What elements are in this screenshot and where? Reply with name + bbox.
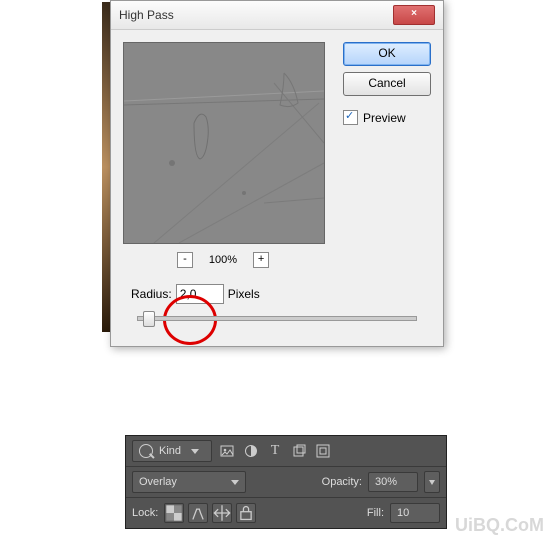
radius-slider[interactable] <box>137 310 417 324</box>
radius-label: Radius: <box>131 287 172 301</box>
dialog-title: High Pass <box>119 8 174 22</box>
opacity-input[interactable]: 30% <box>368 472 418 492</box>
radius-row: Radius: Pixels <box>131 284 431 304</box>
filter-shape-icon[interactable] <box>290 442 308 460</box>
fill-input[interactable]: 10 <box>390 503 440 523</box>
slider-track <box>137 316 417 321</box>
background-edge <box>102 2 110 332</box>
slider-thumb[interactable] <box>143 311 155 327</box>
filter-type-icon[interactable]: T <box>266 442 284 460</box>
chevron-down-icon <box>191 449 199 454</box>
ok-button[interactable]: OK <box>343 42 431 66</box>
radius-input[interactable] <box>176 284 224 304</box>
kind-filter-row: Kind T <box>126 436 446 467</box>
chevron-down-icon <box>231 480 239 485</box>
layers-panel: Kind T Overlay Opacity: 30% Lock: Fill: … <box>125 435 447 529</box>
preview-checkbox-row[interactable]: Preview <box>343 110 431 125</box>
blend-mode-dropdown[interactable]: Overlay <box>132 471 246 493</box>
watermark: UiBQ.CoM <box>455 515 544 536</box>
zoom-in-button[interactable]: + <box>253 252 269 268</box>
lock-row: Lock: Fill: 10 <box>126 498 446 528</box>
lock-all-icon[interactable] <box>236 503 256 523</box>
zoom-out-button[interactable]: - <box>177 252 193 268</box>
lock-transparency-icon[interactable] <box>164 503 184 523</box>
filter-adjust-icon[interactable] <box>242 442 260 460</box>
filter-smart-icon[interactable] <box>314 442 332 460</box>
dialog-titlebar[interactable]: High Pass × <box>111 1 443 30</box>
radius-unit: Pixels <box>228 287 260 301</box>
kind-dropdown[interactable]: Kind <box>132 440 212 462</box>
filter-preview[interactable] <box>123 42 325 244</box>
blend-row: Overlay Opacity: 30% <box>126 467 446 498</box>
fill-label: Fill: <box>367 507 384 519</box>
lock-label: Lock: <box>132 507 158 519</box>
preview-label: Preview <box>363 111 406 125</box>
zoom-level: 100% <box>209 254 237 266</box>
lock-pixels-icon[interactable] <box>188 503 208 523</box>
blend-mode-value: Overlay <box>139 476 177 488</box>
high-pass-dialog: High Pass × OK Cancel Preview <box>110 0 444 347</box>
filter-pixel-icon[interactable] <box>218 442 236 460</box>
chevron-down-icon <box>429 480 435 485</box>
search-icon <box>139 444 153 458</box>
opacity-stepper[interactable] <box>424 471 440 493</box>
opacity-label: Opacity: <box>322 476 362 488</box>
dialog-actions: OK Cancel Preview <box>343 42 431 125</box>
lock-position-icon[interactable] <box>212 503 232 523</box>
dialog-body: OK Cancel Preview - <box>111 30 443 346</box>
kind-label: Kind <box>159 445 181 457</box>
close-button[interactable]: × <box>393 5 435 25</box>
lock-buttons <box>164 503 256 523</box>
cancel-button[interactable]: Cancel <box>343 72 431 96</box>
preview-checkbox[interactable] <box>343 110 358 125</box>
zoom-controls: - 100% + <box>123 252 323 268</box>
